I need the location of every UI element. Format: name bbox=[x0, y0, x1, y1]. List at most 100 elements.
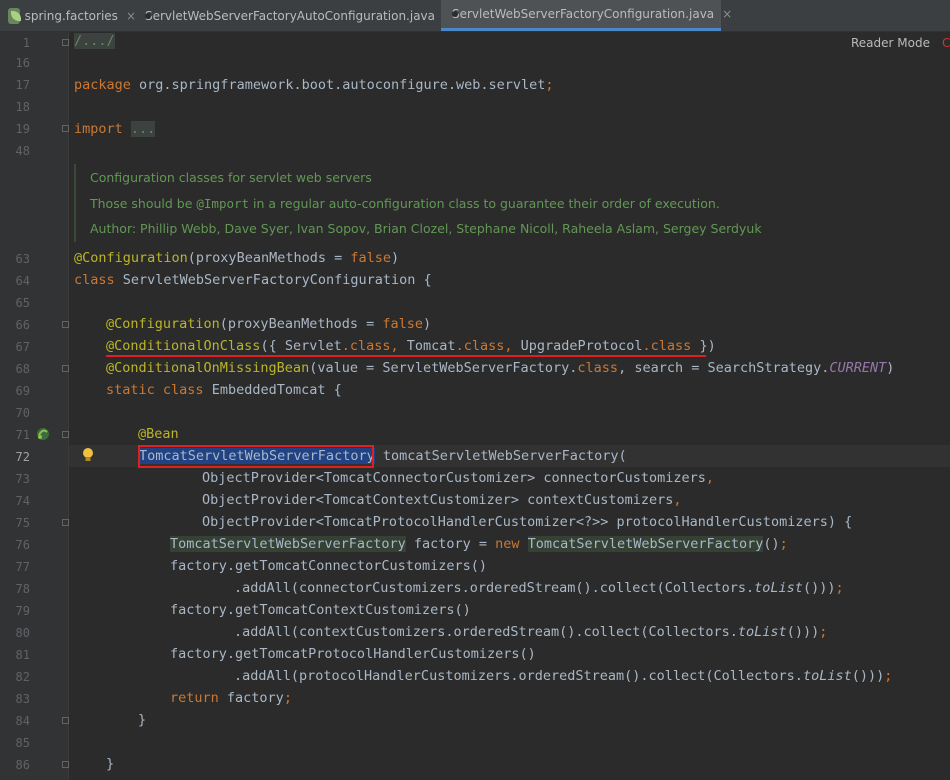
code-text: UpgradeProtocol bbox=[520, 338, 643, 354]
line-number: 86 bbox=[15, 758, 30, 772]
code-line-69: static class EmbeddedTomcat { bbox=[106, 379, 342, 401]
comma: , bbox=[390, 338, 407, 354]
method-declaration: tomcatServletWebServerFactory( bbox=[374, 448, 627, 464]
code-line-67: @ConditionalOnClass({ Servlet.class, Tom… bbox=[106, 335, 716, 357]
javadoc-author: Author: Phillip Webb, Dave Syer, Ivan So… bbox=[90, 221, 762, 236]
line-number-current: 72 bbox=[15, 450, 30, 464]
close-icon[interactable]: × bbox=[126, 9, 136, 23]
semicolon: ; bbox=[884, 668, 893, 684]
annotation: @ConditionalOnMissingBean bbox=[106, 360, 310, 376]
code-text: ())) bbox=[802, 580, 836, 596]
line-number: 1 bbox=[22, 36, 30, 50]
reader-mode-button[interactable]: Reader Mode bbox=[851, 36, 930, 50]
code-text: ObjectProvider<TomcatConnectorCustomizer… bbox=[202, 470, 706, 486]
semicolon: ; bbox=[819, 624, 828, 640]
line-number: 64 bbox=[15, 274, 30, 288]
keyword: static bbox=[106, 382, 155, 398]
code-line-79: factory.getTomcatContextCustomizers() bbox=[170, 599, 471, 621]
code-line-73: ObjectProvider<TomcatConnectorCustomizer… bbox=[202, 467, 714, 489]
fold-toggle-icon[interactable] bbox=[62, 365, 69, 372]
line-number: 81 bbox=[15, 648, 30, 662]
line-number: 68 bbox=[15, 362, 30, 376]
lightbulb-intention-icon[interactable] bbox=[82, 447, 94, 463]
line-number: 80 bbox=[15, 626, 30, 640]
tab-servlet-web-server-factory-auto-configuration[interactable]: ServletWebServerFactoryAutoConfiguration… bbox=[140, 0, 453, 31]
keyword: false bbox=[382, 316, 423, 332]
tab-spring-factories[interactable]: spring.factories × bbox=[8, 0, 136, 31]
fold-toggle-icon[interactable] bbox=[62, 717, 69, 724]
line-number: 48 bbox=[15, 144, 30, 158]
close-icon[interactable]: × bbox=[722, 7, 732, 21]
fold-toggle-icon[interactable] bbox=[62, 39, 69, 46]
javadoc-code: @Import bbox=[196, 196, 250, 211]
keyword: .class bbox=[642, 338, 692, 354]
annotation: @Bean bbox=[138, 426, 179, 442]
code-text: .addAll(protocolHandlerCustomizers.order… bbox=[234, 668, 803, 684]
code-text: .addAll(contextCustomizers.orderedStream… bbox=[234, 624, 738, 640]
line-number-gutter[interactable]: 1 16 17 18 19 48 63 64 65 66 67 68 69 70… bbox=[0, 32, 69, 780]
code-text: (proxyBeanMethods = bbox=[187, 250, 351, 266]
line-number: 85 bbox=[15, 736, 30, 750]
line-number: 73 bbox=[15, 472, 30, 486]
annotation: @Configuration bbox=[74, 250, 188, 266]
keyword: import bbox=[74, 121, 123, 137]
code-text: (value = ServletWebServerFactory. bbox=[309, 360, 578, 376]
fold-toggle-icon[interactable] bbox=[62, 321, 69, 328]
keyword: new bbox=[495, 536, 520, 552]
annotation: @ConditionalOnClass bbox=[106, 338, 261, 354]
code-line-74: ObjectProvider<TomcatContextCustomizer> … bbox=[202, 489, 682, 511]
tab-label: spring.factories bbox=[24, 8, 118, 23]
code-text: ())) bbox=[851, 668, 885, 684]
code-text: ) bbox=[423, 316, 432, 332]
code-line-77: factory.getTomcatConnectorCustomizers() bbox=[170, 555, 487, 577]
code-text: , search = SearchStrategy. bbox=[618, 360, 830, 376]
static-method: toList bbox=[754, 580, 803, 596]
code-line-66: @Configuration(proxyBeanMethods = false) bbox=[106, 313, 431, 335]
spring-bean-gutter-icon[interactable] bbox=[35, 426, 51, 442]
line-number: 82 bbox=[15, 670, 30, 684]
code-text: EmbeddedTomcat { bbox=[203, 382, 342, 398]
fold-toggle-icon[interactable] bbox=[62, 431, 69, 438]
code-text: ({ bbox=[260, 338, 285, 354]
code-text: (proxyBeanMethods = bbox=[219, 316, 383, 332]
closing-brace: } bbox=[106, 756, 115, 772]
code-text: ) bbox=[391, 250, 400, 266]
code-line-82: .addAll(protocolHandlerCustomizers.order… bbox=[234, 665, 892, 687]
enum-constant: CURRENT bbox=[829, 360, 887, 376]
type-reference: TomcatServletWebServerFactory bbox=[527, 536, 764, 552]
red-box-annotation bbox=[138, 445, 374, 468]
code-line-83: return factory; bbox=[170, 687, 292, 709]
code-line-84: } bbox=[138, 709, 146, 731]
folded-imports[interactable]: ... bbox=[130, 121, 156, 137]
keyword: .class bbox=[341, 338, 391, 354]
code-text: factory.getTomcatProtocolHandlerCustomiz… bbox=[170, 646, 536, 662]
code-text: () bbox=[763, 536, 780, 552]
tab-label: ServletWebServerFactoryAutoConfiguration… bbox=[145, 8, 436, 23]
code-line-80: .addAll(contextCustomizers.orderedStream… bbox=[234, 621, 827, 643]
line-number: 66 bbox=[15, 318, 30, 332]
code-text: Servlet bbox=[284, 338, 342, 354]
code-text: factory bbox=[218, 690, 284, 706]
code-line-81: factory.getTomcatProtocolHandlerCustomiz… bbox=[170, 643, 536, 665]
tab-label: ServletWebServerFactoryConfiguration.jav… bbox=[452, 7, 715, 21]
tab-servlet-web-server-factory-configuration[interactable]: ServletWebServerFactoryConfiguration.jav… bbox=[441, 0, 732, 31]
package-name: org.springframework.boot.autoconfigure.w… bbox=[130, 77, 546, 93]
line-number: 76 bbox=[15, 538, 30, 552]
fold-toggle-icon[interactable] bbox=[62, 519, 69, 526]
inspection-indicator-icon[interactable]: C bbox=[942, 36, 950, 50]
static-method: toList bbox=[737, 624, 787, 640]
code-line-76: TomcatServletWebServerFactory factory = … bbox=[170, 533, 788, 555]
line-number: 83 bbox=[15, 692, 30, 706]
keyword: .class bbox=[455, 338, 505, 354]
code-line-19: import ... bbox=[74, 118, 156, 140]
code-text: ObjectProvider<TomcatProtocolHandlerCust… bbox=[202, 514, 853, 530]
javadoc-line: Those should be @Import in a regular aut… bbox=[90, 196, 720, 211]
fold-toggle-icon[interactable] bbox=[62, 761, 69, 768]
code-line-68: @ConditionalOnMissingBean(value = Servle… bbox=[106, 357, 894, 379]
folded-header: /.../ bbox=[74, 33, 115, 49]
keyword: package bbox=[74, 77, 131, 93]
fold-toggle-icon[interactable] bbox=[62, 125, 69, 132]
closing-brace: } bbox=[138, 712, 147, 728]
